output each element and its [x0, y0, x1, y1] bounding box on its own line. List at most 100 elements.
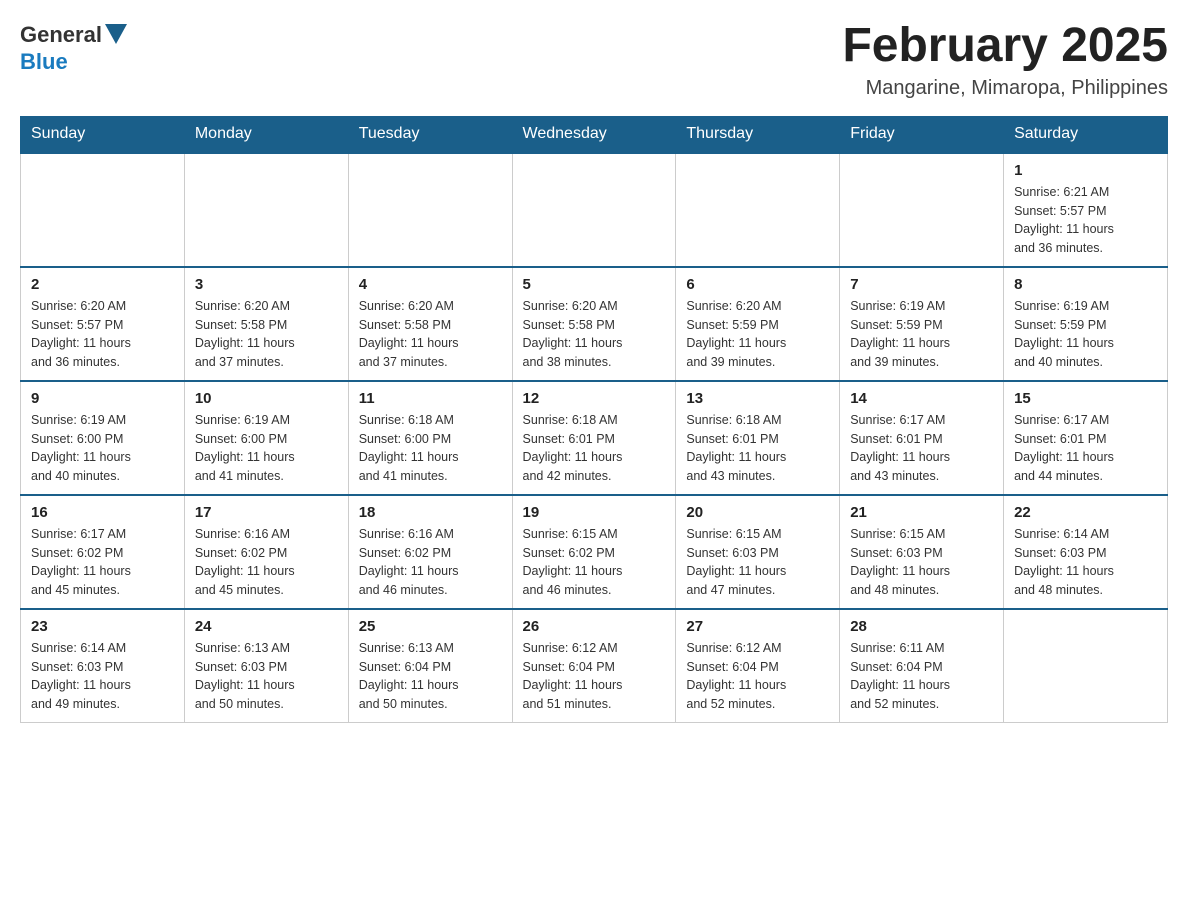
day-info: Sunrise: 6:20 AM Sunset: 5:58 PM Dayligh… — [195, 297, 338, 372]
day-number: 5 — [523, 276, 666, 293]
day-number: 25 — [359, 618, 502, 635]
day-info: Sunrise: 6:20 AM Sunset: 5:58 PM Dayligh… — [523, 297, 666, 372]
calendar-cell: 11 Sunrise: 6:18 AM Sunset: 6:00 PM Dayli… — [348, 381, 512, 495]
calendar-cell: 26Sunrise: 6:12 AM Sunset: 6:04 PM Dayli… — [512, 609, 676, 723]
day-headers-row: SundayMondayTuesdayWednesdayThursdayFrid… — [21, 116, 1168, 152]
day-info: Sunrise: 6:19 AM Sunset: 5:59 PM Dayligh… — [1014, 297, 1157, 372]
day-number: 16 — [31, 504, 174, 521]
day-number: 21 — [850, 504, 993, 521]
day-info: Sunrise: 6:16 AM Sunset: 6:02 PM Dayligh… — [195, 525, 338, 600]
calendar-cell: 17Sunrise: 6:16 AM Sunset: 6:02 PM Dayli… — [184, 495, 348, 609]
calendar-week-row: 1 Sunrise: 6:21 AM Sunset: 5:57 PM Daylig… — [21, 152, 1168, 267]
calendar-cell — [1004, 609, 1168, 723]
day-number: 6 — [686, 276, 829, 293]
day-number: 18 — [359, 504, 502, 521]
month-title: February 2025 — [842, 20, 1168, 73]
calendar-week-row: 23 Sunrise: 6:14 AM Sunset: 6:03 PM Dayli… — [21, 609, 1168, 723]
day-header-monday: Monday — [184, 116, 348, 152]
day-info: Sunrise: 6:12 AM Sunset: 6:04 PM Dayligh… — [523, 639, 666, 714]
day-info: Sunrise: 6:14 AM Sunset: 6:03 PM Dayligh… — [31, 639, 174, 714]
calendar-cell: 23 Sunrise: 6:14 AM Sunset: 6:03 PM Dayli… — [21, 609, 185, 723]
day-info: Sunrise: 6:15 AM Sunset: 6:02 PM Dayligh… — [523, 525, 666, 600]
calendar-cell: 27 Sunrise: 6:12 AM Sunset: 6:04 PM Dayli… — [676, 609, 840, 723]
day-number: 9 — [31, 390, 174, 407]
day-number: 4 — [359, 276, 502, 293]
calendar-cell: 3 Sunrise: 6:20 AM Sunset: 5:58 PM Daylig… — [184, 267, 348, 381]
title-group: February 2025 Mangarine, Mimaropa, Phili… — [842, 20, 1168, 100]
day-info: Sunrise: 6:18 AM Sunset: 6:01 PM Dayligh… — [686, 411, 829, 486]
day-info: Sunrise: 6:18 AM Sunset: 6:01 PM Dayligh… — [523, 411, 666, 486]
day-info: Sunrise: 6:11 AM Sunset: 6:04 PM Dayligh… — [850, 639, 993, 714]
day-info: Sunrise: 6:19 AM Sunset: 6:00 PM Dayligh… — [195, 411, 338, 486]
day-info: Sunrise: 6:15 AM Sunset: 6:03 PM Dayligh… — [850, 525, 993, 600]
logo-general-text: General — [20, 22, 102, 48]
calendar-cell: 16 Sunrise: 6:17 AM Sunset: 6:02 PM Dayli… — [21, 495, 185, 609]
day-info: Sunrise: 6:12 AM Sunset: 6:04 PM Dayligh… — [686, 639, 829, 714]
calendar-cell — [21, 152, 185, 267]
day-number: 13 — [686, 390, 829, 407]
day-header-sunday: Sunday — [21, 116, 185, 152]
calendar-cell: 21 Sunrise: 6:15 AM Sunset: 6:03 PM Dayli… — [840, 495, 1004, 609]
calendar-cell — [512, 152, 676, 267]
calendar-cell: 15Sunrise: 6:17 AM Sunset: 6:01 PM Dayli… — [1004, 381, 1168, 495]
day-number: 3 — [195, 276, 338, 293]
day-info: Sunrise: 6:17 AM Sunset: 6:02 PM Dayligh… — [31, 525, 174, 600]
day-info: Sunrise: 6:19 AM Sunset: 5:59 PM Dayligh… — [850, 297, 993, 372]
calendar-cell — [184, 152, 348, 267]
day-header-tuesday: Tuesday — [348, 116, 512, 152]
logo: General Blue — [20, 20, 127, 75]
day-number: 28 — [850, 618, 993, 635]
day-number: 19 — [523, 504, 666, 521]
day-number: 14 — [850, 390, 993, 407]
calendar-cell: 13 Sunrise: 6:18 AM Sunset: 6:01 PM Dayli… — [676, 381, 840, 495]
calendar-cell: 25Sunrise: 6:13 AM Sunset: 6:04 PM Dayli… — [348, 609, 512, 723]
day-number: 10 — [195, 390, 338, 407]
calendar-cell: 5 Sunrise: 6:20 AM Sunset: 5:58 PM Daylig… — [512, 267, 676, 381]
day-header-thursday: Thursday — [676, 116, 840, 152]
day-info: Sunrise: 6:17 AM Sunset: 6:01 PM Dayligh… — [850, 411, 993, 486]
calendar-cell: 1 Sunrise: 6:21 AM Sunset: 5:57 PM Daylig… — [1004, 152, 1168, 267]
day-number: 2 — [31, 276, 174, 293]
calendar-cell: 6 Sunrise: 6:20 AM Sunset: 5:59 PM Daylig… — [676, 267, 840, 381]
day-info: Sunrise: 6:15 AM Sunset: 6:03 PM Dayligh… — [686, 525, 829, 600]
logo-arrow-icon — [105, 24, 127, 44]
day-number: 23 — [31, 618, 174, 635]
day-header-wednesday: Wednesday — [512, 116, 676, 152]
calendar-cell: 18 Sunrise: 6:16 AM Sunset: 6:02 PM Dayli… — [348, 495, 512, 609]
calendar-cell: 14 Sunrise: 6:17 AM Sunset: 6:01 PM Dayli… — [840, 381, 1004, 495]
calendar-week-row: 9 Sunrise: 6:19 AM Sunset: 6:00 PM Daylig… — [21, 381, 1168, 495]
day-info: Sunrise: 6:14 AM Sunset: 6:03 PM Dayligh… — [1014, 525, 1157, 600]
day-info: Sunrise: 6:18 AM Sunset: 6:00 PM Dayligh… — [359, 411, 502, 486]
day-info: Sunrise: 6:21 AM Sunset: 5:57 PM Dayligh… — [1014, 183, 1157, 258]
day-number: 24 — [195, 618, 338, 635]
day-number: 27 — [686, 618, 829, 635]
calendar-cell: 22Sunrise: 6:14 AM Sunset: 6:03 PM Dayli… — [1004, 495, 1168, 609]
day-info: Sunrise: 6:16 AM Sunset: 6:02 PM Dayligh… — [359, 525, 502, 600]
day-info: Sunrise: 6:20 AM Sunset: 5:58 PM Dayligh… — [359, 297, 502, 372]
calendar-cell: 4 Sunrise: 6:20 AM Sunset: 5:58 PM Daylig… — [348, 267, 512, 381]
day-number: 7 — [850, 276, 993, 293]
day-number: 12 — [523, 390, 666, 407]
calendar-cell: 12 Sunrise: 6:18 AM Sunset: 6:01 PM Dayli… — [512, 381, 676, 495]
logo-blue-text: Blue — [20, 49, 68, 74]
calendar-cell — [348, 152, 512, 267]
day-number: 8 — [1014, 276, 1157, 293]
calendar-cell: 7 Sunrise: 6:19 AM Sunset: 5:59 PM Daylig… — [840, 267, 1004, 381]
day-info: Sunrise: 6:13 AM Sunset: 6:03 PM Dayligh… — [195, 639, 338, 714]
calendar-cell: 2 Sunrise: 6:20 AM Sunset: 5:57 PM Daylig… — [21, 267, 185, 381]
calendar-week-row: 16 Sunrise: 6:17 AM Sunset: 6:02 PM Dayli… — [21, 495, 1168, 609]
calendar-header: SundayMondayTuesdayWednesdayThursdayFrid… — [21, 116, 1168, 152]
calendar-cell: 19 Sunrise: 6:15 AM Sunset: 6:02 PM Dayli… — [512, 495, 676, 609]
day-header-friday: Friday — [840, 116, 1004, 152]
day-info: Sunrise: 6:20 AM Sunset: 5:57 PM Dayligh… — [31, 297, 174, 372]
day-number: 1 — [1014, 162, 1157, 179]
calendar-cell: 10 Sunrise: 6:19 AM Sunset: 6:00 PM Dayli… — [184, 381, 348, 495]
location-subtitle: Mangarine, Mimaropa, Philippines — [842, 77, 1168, 100]
day-number: 11 — [359, 390, 502, 407]
calendar-cell — [840, 152, 1004, 267]
day-header-saturday: Saturday — [1004, 116, 1168, 152]
calendar-cell: 24 Sunrise: 6:13 AM Sunset: 6:03 PM Dayli… — [184, 609, 348, 723]
day-info: Sunrise: 6:20 AM Sunset: 5:59 PM Dayligh… — [686, 297, 829, 372]
day-info: Sunrise: 6:19 AM Sunset: 6:00 PM Dayligh… — [31, 411, 174, 486]
calendar-body: 1 Sunrise: 6:21 AM Sunset: 5:57 PM Daylig… — [21, 152, 1168, 722]
